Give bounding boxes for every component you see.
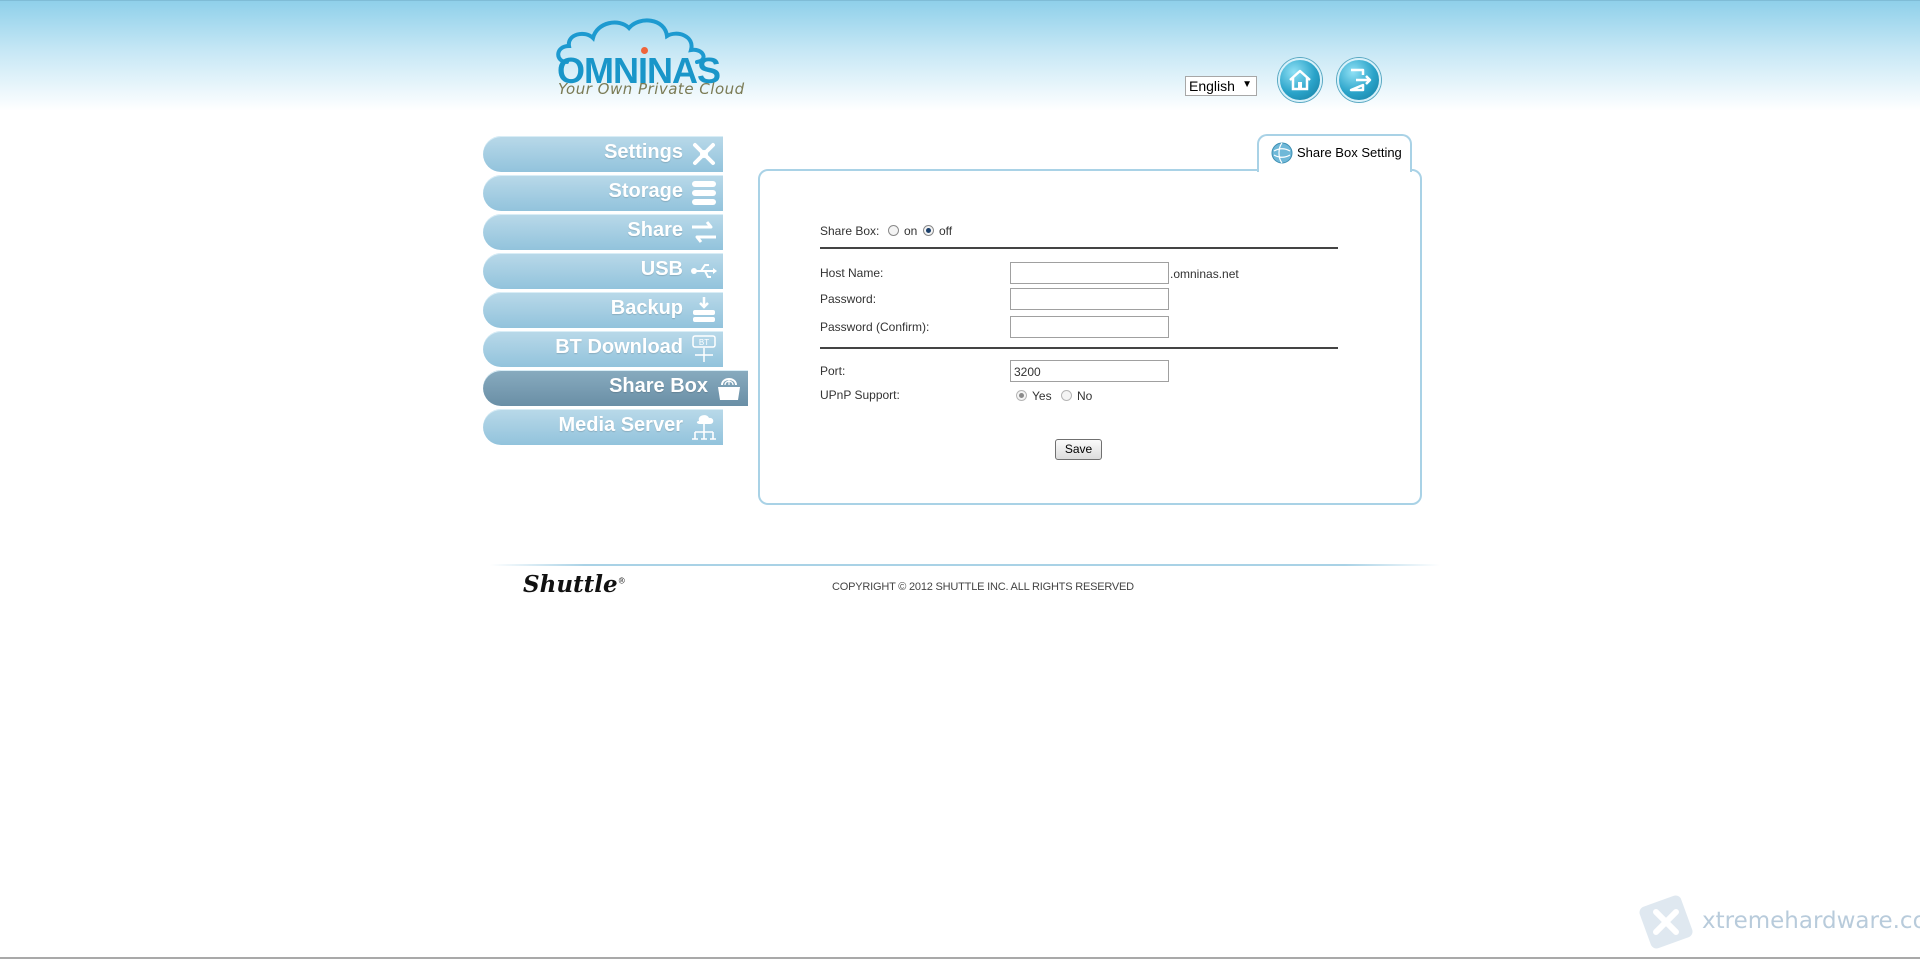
omninas-logo: OMNINAS Your Own Private Cloud <box>553 16 744 102</box>
password-confirm-label: Password (Confirm): <box>820 320 930 334</box>
bt-download-icon: BT <box>692 335 716 362</box>
media-server-icon <box>692 415 716 440</box>
sidebar-item-share[interactable]: Share <box>483 214 723 250</box>
sidebar-item-label: Share <box>627 219 683 241</box>
home-icon <box>1289 69 1311 91</box>
shuttle-logo-text: Shuttle <box>523 571 618 598</box>
share-box-on-radio[interactable] <box>888 225 899 236</box>
share-arrows-icon <box>692 221 716 243</box>
upnp-no-label: No <box>1077 389 1093 403</box>
sidebar-item-label: BT Download <box>555 336 683 358</box>
sidebar-item-label: Backup <box>610 297 683 319</box>
divider <box>820 347 1338 349</box>
watermark-icon <box>1639 895 1693 949</box>
footer-divider <box>490 564 1440 566</box>
logout-button[interactable] <box>1337 58 1381 102</box>
sidebar-item-storage[interactable]: Storage <box>483 175 723 211</box>
shuttle-logo: Shuttle® <box>523 571 626 598</box>
tab-joint <box>1259 168 1410 172</box>
sidebar-item-label: Settings <box>604 141 683 163</box>
sidebar-item-label: Share Box <box>609 375 708 397</box>
password-label: Password: <box>820 292 877 306</box>
upnp-yes-radio[interactable] <box>1016 390 1027 401</box>
copyright-text: COPYRIGHT © 2012 SHUTTLE INC. ALL RIGHTS… <box>832 581 1134 593</box>
language-select-value: English <box>1189 78 1235 94</box>
host-name-input[interactable] <box>1010 262 1169 284</box>
sidebar-item-share-box[interactable]: Share Box <box>483 370 748 406</box>
share-box-on-label: on <box>904 224 918 238</box>
sidebar-item-usb[interactable]: USB <box>483 253 723 289</box>
watermark-text: xtremehardware.com <box>1702 908 1920 934</box>
registered-mark: ® <box>617 576 626 586</box>
language-select[interactable]: English ▼ <box>1185 76 1257 96</box>
tab-label: Share Box Setting <box>1297 145 1402 160</box>
svg-text:BT: BT <box>699 338 709 347</box>
storage-icon <box>692 181 716 205</box>
upnp-yes-label: Yes <box>1032 389 1052 403</box>
sidebar-item-label: Media Server <box>558 414 683 436</box>
logo-dot <box>641 47 648 54</box>
port-input[interactable]: 3200 <box>1010 360 1169 382</box>
tab-share-box-setting[interactable]: Share Box Setting <box>1257 134 1412 172</box>
header-background <box>0 0 1920 111</box>
backup-icon <box>693 297 715 322</box>
upnp-label: UPnP Support: <box>820 388 900 402</box>
upnp-no-radio[interactable] <box>1061 390 1072 401</box>
usb-icon <box>691 264 717 278</box>
sidebar-item-backup[interactable]: Backup <box>483 292 723 328</box>
logo-tagline: Your Own Private Cloud <box>558 80 745 98</box>
sidebar-item-label: USB <box>640 258 683 280</box>
port-label: Port: <box>820 364 846 378</box>
globe-icon <box>1271 142 1293 164</box>
password-confirm-input[interactable] <box>1010 316 1169 338</box>
share-box-off-label: off <box>939 224 953 238</box>
password-input[interactable] <box>1010 288 1169 310</box>
sidebar-item-label: Storage <box>608 180 683 202</box>
share-box-off-radio[interactable] <box>923 225 934 236</box>
share-box-label: Share Box: <box>820 224 880 238</box>
home-button[interactable] <box>1278 58 1322 102</box>
sidebar-item-settings[interactable]: Settings <box>483 136 723 172</box>
share-box-icon <box>718 378 740 400</box>
chevron-down-icon: ▼ <box>1242 79 1252 90</box>
host-name-suffix: .omninas.net <box>1170 267 1239 281</box>
save-button[interactable]: Save <box>1055 439 1102 460</box>
sidebar-item-media-server[interactable]: Media Server <box>483 409 723 445</box>
sidebar-item-bt-download[interactable]: BT Download BT <box>483 331 723 367</box>
tools-icon <box>693 143 715 165</box>
host-name-label: Host Name: <box>820 266 884 280</box>
divider <box>820 247 1338 249</box>
logout-icon <box>1349 68 1372 92</box>
